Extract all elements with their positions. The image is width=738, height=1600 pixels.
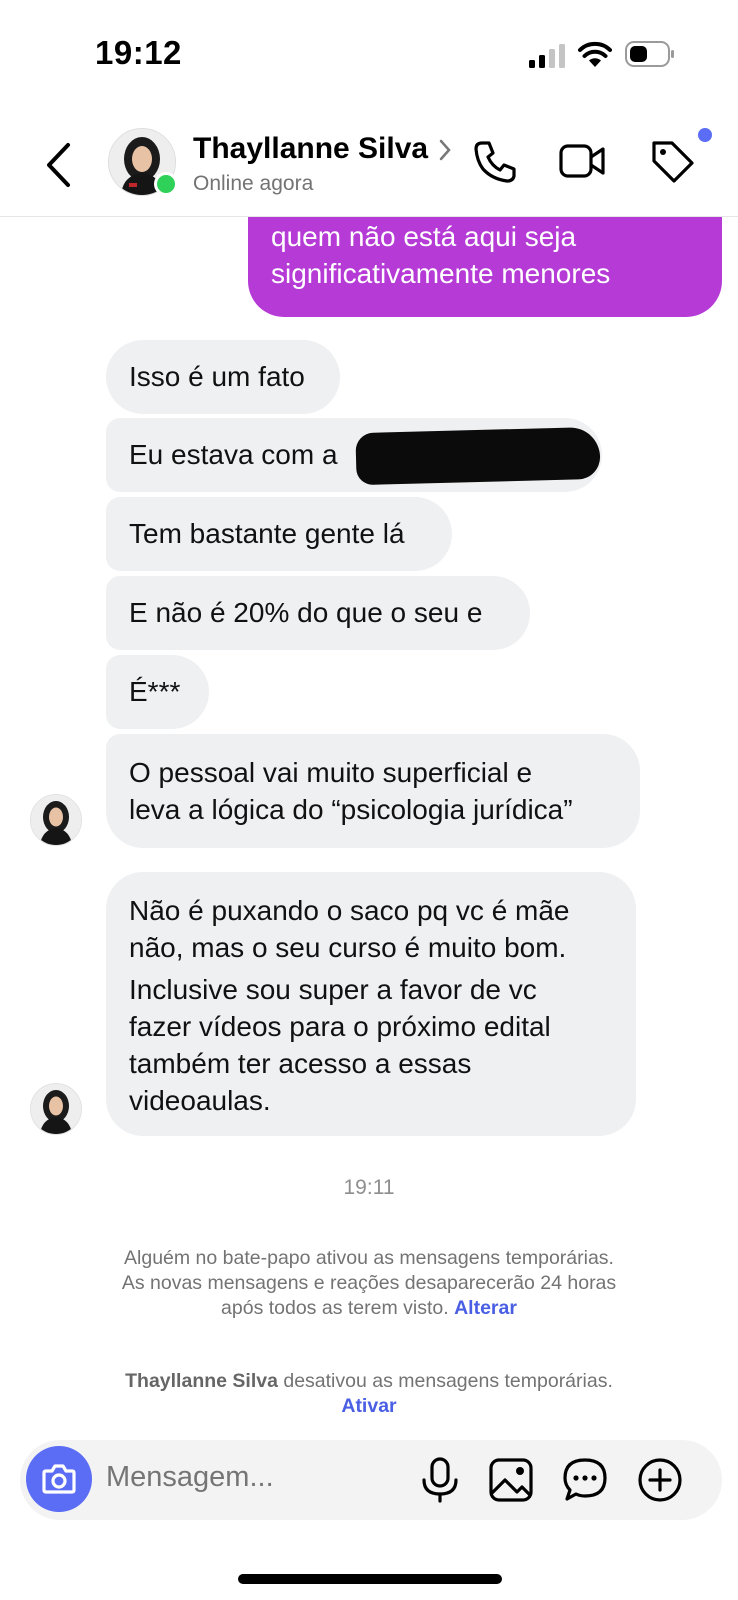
message-line: também ter acesso a essas	[129, 1048, 472, 1079]
notice-line: Alguém no bate-papo ativou as mensagens …	[124, 1247, 614, 1269]
incoming-message[interactable]: Isso é um fato	[106, 340, 340, 414]
message-line: Isso é um fato	[129, 361, 305, 392]
system-notice-enabled: Alguém no bate-papo ativou as mensagens …	[40, 1246, 698, 1321]
message-line: Não é puxando o saco pq vc é mãe	[129, 895, 570, 926]
message-line: significativamente menores	[271, 258, 611, 289]
notice-line: após todos as terem visto. Alterar	[40, 1296, 698, 1321]
chevron-right-icon[interactable]	[438, 138, 452, 162]
message-input[interactable]	[106, 1461, 396, 1494]
online-indicator	[154, 172, 178, 196]
notice-text: desativou as mensagens temporárias.	[277, 1370, 613, 1392]
message-line: videoaulas.	[129, 1085, 271, 1116]
message-line: O pessoal vai muito superficial e	[129, 757, 533, 788]
notice-sender-name: Thayllanne Silva	[125, 1370, 278, 1392]
notice-line: Ativar	[40, 1394, 698, 1419]
signal-icon	[529, 44, 565, 68]
redaction-mark	[355, 426, 601, 486]
camera-icon	[42, 1464, 76, 1494]
message-line: leva a lógica do “psicologia jurídica”	[129, 794, 573, 825]
sender-avatar[interactable]	[30, 794, 82, 846]
message-line: fazer vídeos para o próximo edital	[129, 1011, 551, 1042]
incoming-message[interactable]: O pessoal vai muito superficial e leva a…	[106, 734, 640, 848]
message-line: Inclusive sou super a favor de vc	[129, 974, 537, 1005]
notice-line: As novas mensagens e reações desaparecer…	[121, 1272, 617, 1294]
contact-avatar[interactable]	[108, 128, 178, 196]
tag-icon[interactable]	[648, 137, 696, 185]
message-line: É***	[129, 676, 181, 707]
phone-icon[interactable]	[472, 137, 520, 185]
system-notice-disabled: Thayllanne Silva desativou as mensagens …	[40, 1369, 698, 1419]
video-icon[interactable]	[558, 137, 606, 185]
message-line: quem não está aqui seja	[271, 221, 577, 252]
home-indicator	[238, 1574, 502, 1584]
alterar-link[interactable]: Alterar	[454, 1297, 517, 1319]
message-line: não, mas o seu curso é muito bom.	[129, 932, 567, 963]
notification-dot	[698, 128, 712, 142]
plus-icon[interactable]	[636, 1456, 684, 1504]
incoming-message[interactable]: É***	[106, 655, 209, 729]
camera-button[interactable]	[26, 1446, 92, 1512]
sticker-icon[interactable]	[561, 1456, 609, 1504]
message-line: E não é 20% do que o seu e	[129, 597, 483, 628]
battery-icon	[625, 41, 674, 67]
mic-icon[interactable]	[418, 1456, 462, 1504]
message-timestamp: 19:11	[343, 1176, 395, 1199]
contact-name[interactable]: Thayllanne Silva	[193, 132, 428, 166]
back-icon[interactable]	[44, 142, 72, 188]
incoming-message[interactable]: E não é 20% do que o seu e	[106, 576, 530, 650]
message-line: Tem bastante gente lá	[129, 518, 405, 549]
incoming-message[interactable]: Não é puxando o saco pq vc é mãe não, ma…	[106, 872, 636, 1136]
notice-line: Thayllanne Silva desativou as mensagens …	[40, 1369, 698, 1394]
sender-avatar[interactable]	[30, 1083, 82, 1135]
incoming-message[interactable]: Tem bastante gente lá	[106, 497, 452, 571]
image-icon[interactable]	[487, 1456, 535, 1504]
notice-text: após todos as terem visto.	[221, 1297, 449, 1319]
ativar-link[interactable]: Ativar	[341, 1395, 396, 1417]
wifi-icon	[578, 41, 612, 67]
contact-status: Online agora	[193, 172, 314, 195]
status-time: 19:12	[95, 34, 182, 71]
